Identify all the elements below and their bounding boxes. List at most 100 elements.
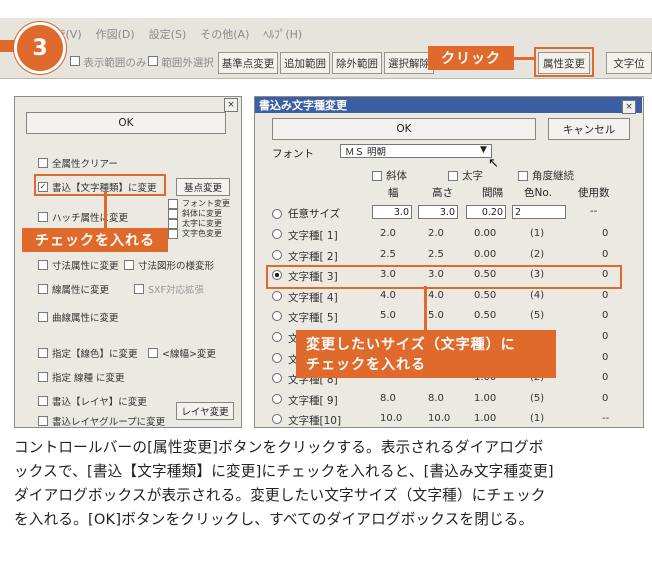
dimension-attribute-checkbox[interactable]: 寸法属性に変更	[38, 258, 119, 272]
cell-label: 文字種[ 9]	[288, 394, 338, 407]
dimension-shape-checkbox[interactable]: 寸法図形の様変形	[124, 258, 214, 272]
text-type-row[interactable]: 文字種[ 2] 2.5 2.5 0.00 (2) 0	[268, 245, 628, 265]
header-height: 高さ	[432, 187, 453, 199]
radio-button[interactable]	[272, 290, 282, 301]
menu-item[interactable]: 作図(D)	[96, 26, 135, 44]
callout-line: チェックを入れる	[306, 357, 426, 373]
spacing-input[interactable]: 0.20	[466, 205, 506, 219]
text-type-row[interactable]: 文字種[ 9] 8.0 8.0 1.00 (5) 0	[268, 389, 628, 409]
cell-color: (4)	[530, 289, 545, 301]
exclude-range-button[interactable]: 除外範囲	[332, 52, 382, 74]
radio-button[interactable]	[272, 373, 282, 384]
deselect-button[interactable]: 選択解除	[384, 52, 434, 74]
layer-change-button[interactable]: レイヤ変更	[176, 402, 234, 420]
angle-continue-checkbox[interactable]: 角度継続	[518, 168, 574, 183]
callout-connector	[514, 57, 536, 60]
row-label: 任意サイズ	[288, 208, 341, 220]
dialog-titlebar: 書込み文字種変更	[255, 97, 642, 113]
line-color-checkbox[interactable]: 指定【線色】に変更	[38, 346, 138, 360]
close-icon[interactable]: ×	[622, 100, 636, 114]
header-count: 使用数	[578, 187, 610, 199]
checkbox-icon	[70, 56, 80, 66]
cell-gap: 1.00	[474, 392, 497, 404]
radio-button[interactable]	[272, 229, 282, 239]
chevron-down-icon[interactable]: ▼	[480, 145, 487, 155]
ok-button[interactable]: OK	[26, 112, 226, 134]
checkbox-label: 表示範囲のみ	[83, 57, 147, 69]
text-color-checkbox[interactable]: 文字色変更	[168, 228, 222, 239]
checkbox-icon	[148, 56, 158, 66]
cell-gap: 0.00	[474, 248, 497, 260]
width-input[interactable]: 3.0	[372, 205, 412, 219]
line-type-checkbox[interactable]: 指定 線種 に変更	[38, 370, 125, 384]
cell-gap: 0.50	[474, 289, 497, 301]
text-type-row[interactable]: 文字種[10] 10.0 10.0 1.00 (1) --	[268, 409, 628, 429]
cell-count: 0	[602, 289, 609, 301]
display-range-checkbox[interactable]: 表示範囲のみ	[70, 55, 146, 70]
sxf-checkbox[interactable]: SXF対応拡張	[134, 282, 204, 296]
text-type-row[interactable]: 文字種[ 5] 5.0 5.0 0.50 (5) 0	[268, 306, 628, 326]
radio-button[interactable]	[272, 352, 282, 363]
cell-w: 4.0	[380, 289, 396, 301]
attribute-change-button[interactable]: 属性変更	[538, 52, 590, 74]
caption-line: ダイアログボックスが表示される。変更したい文字サイズ（文字種）にチェック	[14, 487, 546, 504]
cell-label: 文字種[ 4]	[288, 291, 338, 304]
cell-color: (2)	[530, 248, 545, 260]
cell-color: (5)	[530, 310, 545, 322]
cell-label: 文字種[ 2]	[288, 250, 338, 263]
cell-count: --	[602, 413, 610, 425]
add-range-button[interactable]: 追加範囲	[280, 52, 330, 74]
cell-gap: 0.00	[474, 228, 497, 239]
radio-button[interactable]	[272, 332, 282, 342]
callout-connector	[104, 192, 107, 228]
cell-w: 8.0	[380, 392, 396, 404]
check-callout: チェックを入れる	[22, 228, 168, 252]
radio-button[interactable]	[272, 209, 282, 219]
text-position-button[interactable]: 文字位	[606, 52, 652, 74]
close-icon[interactable]: ×	[224, 98, 238, 112]
cell-gap: 1.00	[474, 413, 497, 425]
text-type-row[interactable]: 文字種[ 1] 2.0 2.0 0.00 (1) 0	[268, 224, 628, 244]
curve-attribute-checkbox[interactable]: 曲線属性に変更	[38, 310, 119, 324]
header-width: 幅	[388, 187, 399, 199]
italic-checkbox[interactable]: 斜体	[372, 168, 407, 183]
height-input[interactable]: 3.0	[418, 205, 458, 219]
ok-button[interactable]: OK	[272, 118, 536, 140]
cell-w: 2.0	[380, 228, 396, 239]
cell-count: 0	[602, 248, 609, 260]
clear-attributes-checkbox[interactable]: 全属性クリアー	[38, 156, 118, 170]
layer-checkbox[interactable]: 書込【レイヤ】に変更	[38, 394, 147, 408]
radio-button[interactable]	[272, 249, 282, 260]
menu-bar: ﾃ(V) 作図(D) 設定(S) その他(A) ﾍﾙﾌﾟ(H)	[60, 26, 510, 44]
menu-item[interactable]: 設定(S)	[149, 26, 187, 44]
cell-label: 文字種[ 1]	[288, 230, 338, 242]
cell-gap: 0.50	[474, 310, 497, 322]
bold-checkbox[interactable]: 太字	[448, 168, 483, 183]
cancel-button[interactable]: キャンセル	[548, 118, 630, 140]
line-attribute-checkbox[interactable]: 線属性に変更	[38, 282, 109, 296]
cell-h: 4.0	[428, 289, 444, 301]
base-point-button[interactable]: 基準点変更	[218, 52, 278, 74]
line-width-checkbox[interactable]: <線幅>変更	[148, 346, 216, 360]
free-size-row[interactable]: 任意サイズ 3.0 3.0 0.20 2 --	[268, 204, 628, 224]
radio-button[interactable]	[272, 414, 282, 425]
font-select[interactable]: ＭＳ 明朝	[340, 144, 492, 158]
mouse-cursor-icon: ↖	[488, 156, 499, 171]
cell-count: 0	[602, 331, 609, 342]
out-of-range-checkbox[interactable]: 範囲外選択	[148, 55, 214, 70]
base-change-button[interactable]: 基点変更	[176, 178, 230, 196]
cell-h: 8.0	[428, 392, 444, 404]
cell-w: 10.0	[380, 413, 403, 425]
menu-item[interactable]: ﾍﾙﾌﾟ(H)	[263, 26, 302, 44]
hatch-attribute-checkbox[interactable]: ハッチ属性に変更	[38, 210, 128, 224]
cell-h: 5.0	[428, 310, 444, 322]
color-select[interactable]: 2	[512, 205, 566, 219]
cell-label: 文字種[10]	[288, 415, 342, 428]
layer-group-checkbox[interactable]: 書込レイヤグループに変更	[38, 414, 165, 428]
cell-count: 0	[602, 392, 609, 404]
caption-line: コントロールバーの[属性変更]ボタンをクリックする。表示されるダイアログボ	[14, 439, 544, 456]
radio-button[interactable]	[272, 311, 282, 322]
checkbox-label: 範囲外選択	[161, 57, 214, 69]
menu-item[interactable]: その他(A)	[200, 26, 249, 44]
radio-button[interactable]	[272, 393, 282, 404]
